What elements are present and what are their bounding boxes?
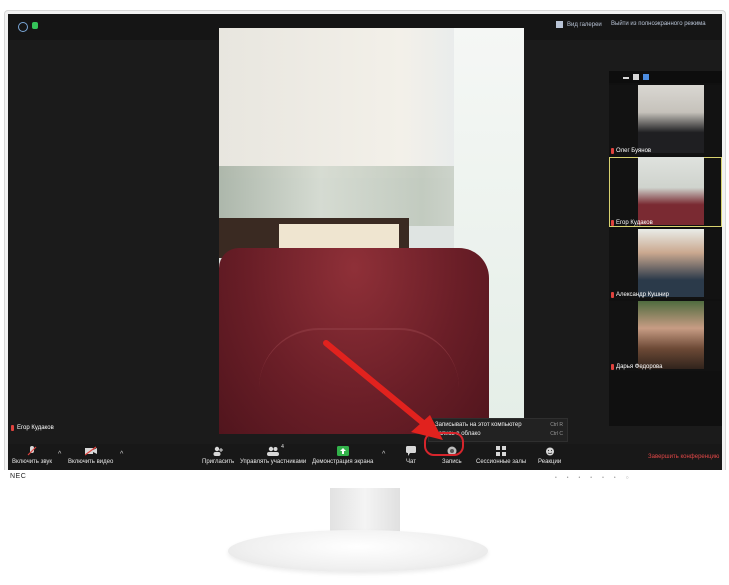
- record-label: Запись: [442, 459, 462, 465]
- exit-fullscreen-label: Выйти из полноэкранного режима: [611, 21, 706, 27]
- main-video-name: Егор Кудаков: [17, 425, 54, 431]
- encryption-shield-icon[interactable]: [18, 22, 28, 32]
- reactions-icon: [543, 446, 557, 456]
- chat-label: Чат: [406, 459, 416, 465]
- share-screen-label: Демонстрация экрана: [312, 459, 374, 465]
- start-video-button[interactable]: Включить видео: [68, 444, 113, 470]
- panel-layout-icon[interactable]: [643, 74, 649, 80]
- record-local-shortcut: Ctrl R: [550, 422, 563, 428]
- brand-logo: NEC: [10, 473, 27, 480]
- share-screen-button[interactable]: Демонстрация экрана: [312, 444, 373, 470]
- exit-fullscreen-button[interactable]: Выйти из полноэкранного режима: [611, 21, 706, 27]
- unmute-label: Включить звук: [12, 459, 53, 465]
- participant-photo: [638, 157, 704, 225]
- participant-name: Александр Кушнир: [616, 292, 669, 298]
- power-icon[interactable]: ○: [626, 475, 629, 481]
- monitor-button-icon[interactable]: •: [602, 475, 604, 481]
- participant-tile-active[interactable]: Егор Кудаков: [609, 157, 722, 227]
- monitor-button-icon[interactable]: •: [579, 475, 581, 481]
- panel-controls: [609, 71, 722, 83]
- pointer-arrow-icon: [323, 340, 443, 440]
- add-person-icon: [211, 446, 225, 456]
- breakout-rooms-label: Сессионные залы: [476, 459, 527, 465]
- muted-mic-icon: [611, 292, 614, 298]
- participant-label: Егор Кудаков: [611, 220, 653, 226]
- video-options-chevron-icon[interactable]: ^: [120, 451, 123, 458]
- gallery-view-label: Вид галереи: [567, 21, 602, 28]
- participant-photo: [638, 229, 704, 297]
- lock-icon: [32, 22, 38, 29]
- record-cloud-shortcut: Ctrl C: [550, 431, 563, 437]
- start-video-label: Включить видео: [68, 459, 114, 465]
- muted-mic-icon: [11, 425, 14, 431]
- monitor-button-icon[interactable]: •: [555, 475, 557, 481]
- breakout-rooms-button[interactable]: Сессионные залы: [476, 444, 526, 470]
- participants-panel: Олег Буянов Егор Кудаков Александр Кушни…: [609, 71, 722, 426]
- end-conference-button[interactable]: Завершить конференцию: [648, 454, 719, 460]
- participant-photo: [638, 301, 704, 369]
- muted-mic-icon: [611, 148, 614, 154]
- participant-tile[interactable]: Олег Буянов: [609, 85, 722, 155]
- participant-name: Олег Буянов: [616, 148, 652, 154]
- meeting-toolbar: Включить звук ^ Включить видео ^ Приглас…: [8, 444, 722, 470]
- participant-tile[interactable]: Александр Кушнир: [609, 229, 722, 299]
- participant-label: Александр Кушнир: [611, 292, 669, 298]
- main-video-name-tag: Егор Кудаков: [11, 425, 54, 431]
- video-off-icon: [84, 446, 98, 456]
- manage-participants-button[interactable]: 4 Управлять участниками: [240, 444, 306, 470]
- participant-photo: [638, 85, 704, 153]
- muted-mic-icon: [25, 446, 39, 456]
- invite-button[interactable]: Пригласить: [202, 444, 234, 470]
- monitor-buttons: • • • • • • ○: [555, 475, 629, 481]
- chat-button[interactable]: Чат: [404, 444, 418, 470]
- participant-label: Олег Буянов: [611, 148, 651, 154]
- reactions-button[interactable]: Реакции: [538, 444, 561, 470]
- participant-name: Егор Кудаков: [616, 220, 653, 226]
- share-options-chevron-icon[interactable]: ^: [382, 451, 385, 458]
- panel-view-icon[interactable]: [633, 74, 639, 80]
- breakout-rooms-icon: [494, 446, 508, 456]
- grid-icon: [556, 21, 563, 28]
- unmute-button[interactable]: Включить звук: [12, 444, 52, 470]
- audio-options-chevron-icon[interactable]: ^: [58, 451, 61, 458]
- gallery-view-button[interactable]: Вид галереи: [556, 21, 602, 28]
- share-screen-icon: [336, 446, 350, 456]
- participants-icon: 4: [266, 444, 284, 456]
- participant-name: Дарья Федорова: [616, 364, 663, 370]
- muted-mic-icon: [611, 220, 614, 226]
- participant-label: Дарья Федорова: [611, 364, 663, 370]
- reactions-label: Реакции: [538, 459, 562, 465]
- monitor-button-icon[interactable]: •: [590, 475, 592, 481]
- participant-tile[interactable]: Дарья Федорова: [609, 301, 722, 371]
- minimize-icon[interactable]: [623, 77, 629, 79]
- monitor-button-icon[interactable]: •: [614, 475, 616, 481]
- chat-icon: [404, 446, 418, 456]
- participants-count: 4: [281, 444, 284, 450]
- monitor: Вид галереи Выйти из полноэкранного режи…: [0, 0, 729, 585]
- monitor-stand-base: [228, 530, 488, 572]
- muted-mic-icon: [611, 364, 614, 370]
- monitor-button-icon[interactable]: •: [567, 475, 569, 481]
- manage-participants-label: Управлять участниками: [240, 459, 307, 465]
- invite-label: Пригласить: [202, 459, 235, 465]
